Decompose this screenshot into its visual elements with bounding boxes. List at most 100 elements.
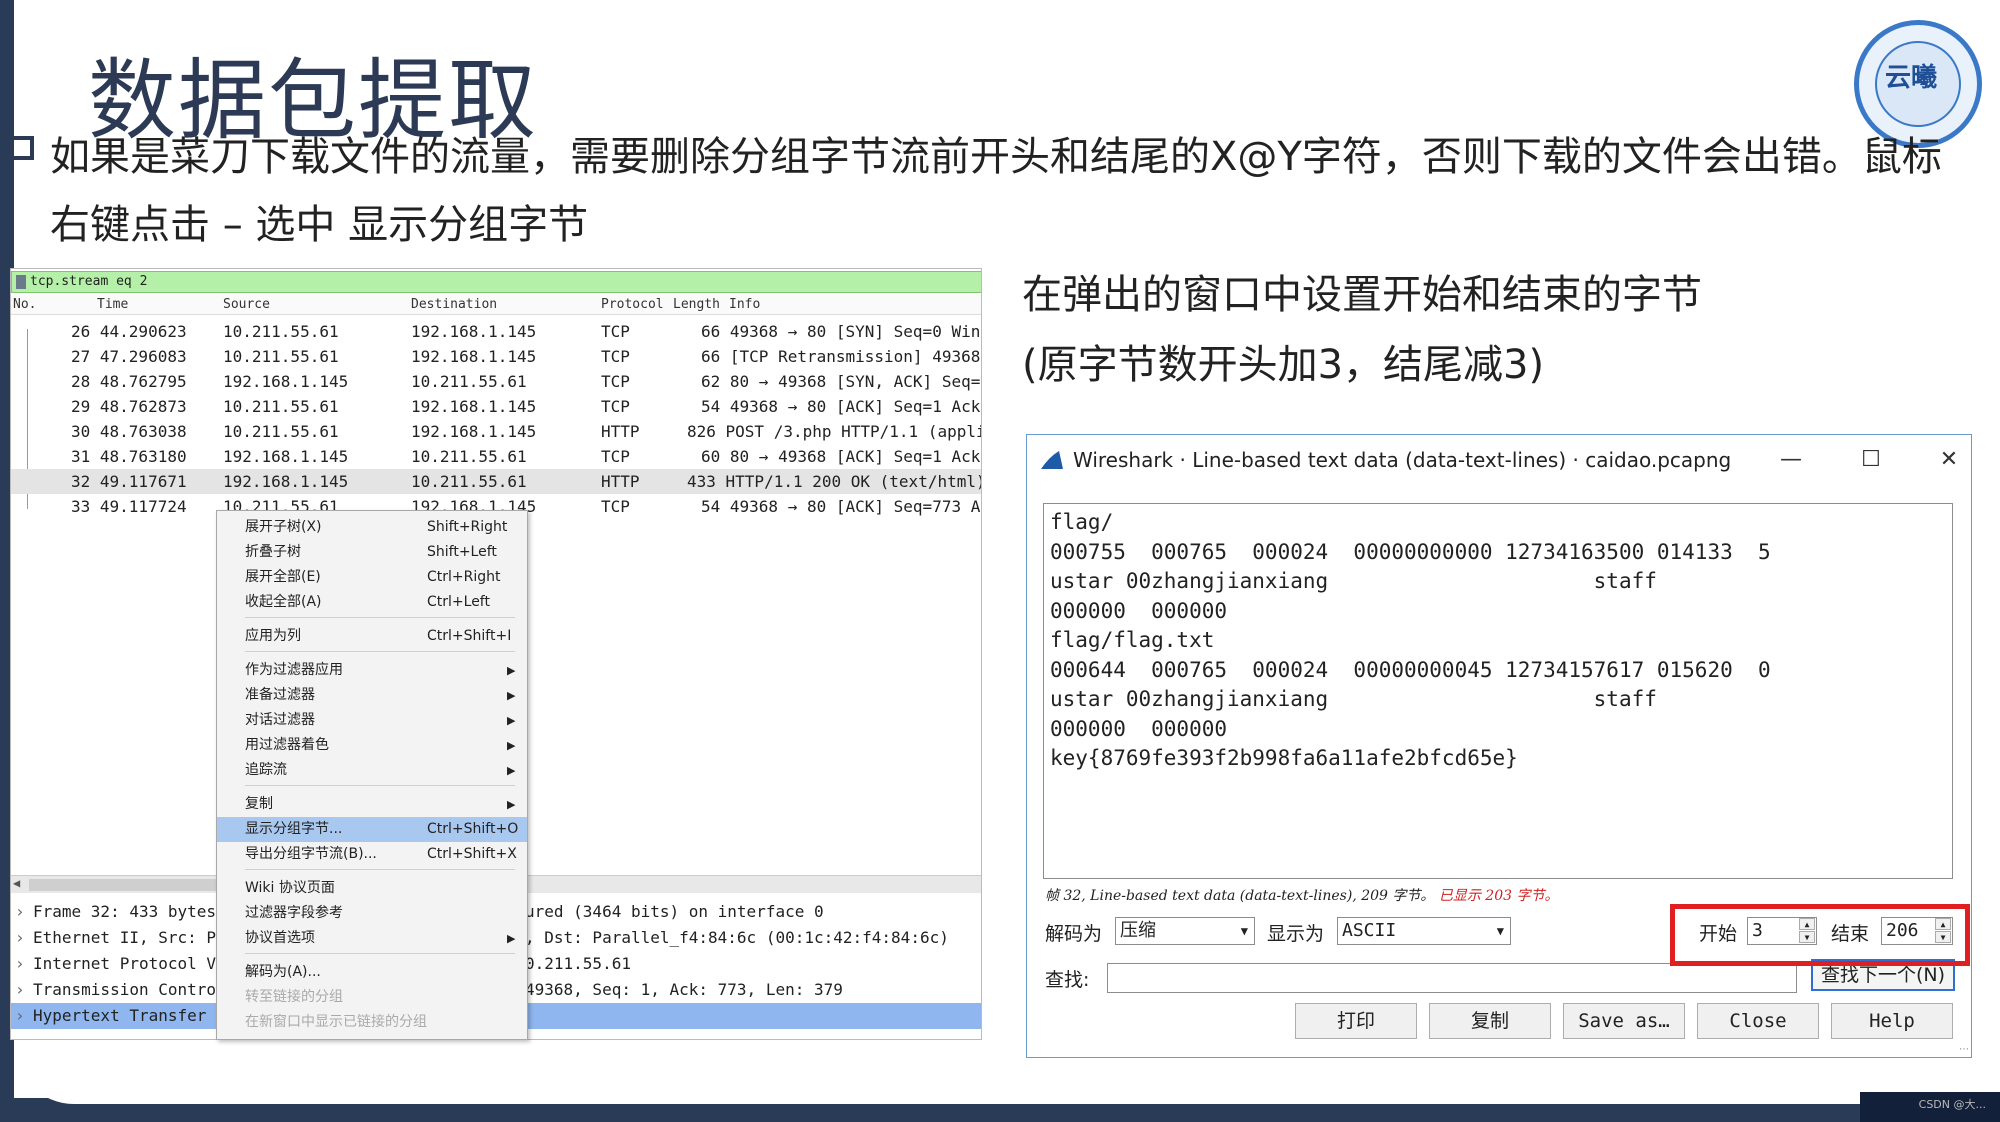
col-protocol[interactable]: Protocol <box>601 297 664 312</box>
minimize-icon[interactable]: — <box>1769 443 1813 477</box>
menu-item-export-packet-bytes[interactable]: 导出分组字节流(B)... Ctrl+Shift+X <box>217 842 527 867</box>
packet-row[interactable]: 26 44.290623 10.211.55.61 192.168.1.145 … <box>11 319 981 344</box>
menu-label: 作为过滤器应用 <box>245 662 343 678</box>
expand-arrow-icon[interactable]: › <box>15 977 25 1003</box>
menu-item-collapse-subtree[interactable]: 折叠子树 Shift+Left <box>217 540 527 565</box>
status-line: 帧 32, Line-based text data (data-text-li… <box>1045 885 1558 905</box>
menu-item-collapse-all[interactable]: 收起全部(A) Ctrl+Left <box>217 590 527 615</box>
packet-source: 10.211.55.61 <box>223 347 339 366</box>
packet-row-selected[interactable]: 32 49.117671 192.168.1.145 10.211.55.61 … <box>11 469 982 494</box>
menu-item-apply-as-filter[interactable]: 作为过滤器应用 ▶ <box>217 658 527 683</box>
packet-info: 60 80 → 49368 [ACK] Seq=1 Ack=7 <box>701 447 982 466</box>
packet-row[interactable]: 29 48.762873 10.211.55.61 192.168.1.145 … <box>11 394 982 419</box>
column-header: No. Time Source Destination Protocol Len… <box>11 295 981 315</box>
show-as-select[interactable]: ASCII ▼ <box>1337 917 1511 945</box>
menu-label: 解码为(A)... <box>245 964 321 980</box>
menu-label: 收起全部(A) <box>245 594 322 610</box>
menu-item-expand-subtree[interactable]: 展开子树(X) Shift+Right <box>217 515 527 540</box>
scroll-left-icon[interactable]: ◀ <box>13 876 20 890</box>
col-no[interactable]: No. <box>13 297 36 312</box>
packet-no-time: 29 48.762873 <box>71 397 187 416</box>
close-button[interactable]: Close <box>1697 1003 1819 1039</box>
packet-destination: 10.211.55.61 <box>411 447 527 466</box>
menu-item-apply-as-column[interactable]: 应用为列 Ctrl+Shift+I <box>217 624 527 649</box>
text-line: ustar 00zhangjianxiang staff <box>1050 687 1657 711</box>
print-button[interactable]: 打印 <box>1295 1003 1417 1039</box>
menu-label: 追踪流 <box>245 762 287 778</box>
text-line: ustar 00zhangjianxiang staff <box>1050 569 1657 593</box>
submenu-arrow-icon: ▶ <box>507 664 516 677</box>
menu-item-show-linked-packet[interactable]: 在新窗口中显示已链接的分组 <box>217 1010 527 1035</box>
packet-protocol: TCP <box>601 497 630 516</box>
menu-item-filter-field-reference[interactable]: 过滤器字段参考 <box>217 901 527 926</box>
packet-protocol: TCP <box>601 447 630 466</box>
col-destination[interactable]: Destination <box>411 297 497 312</box>
note-text-line2: (原字节数开头加3，结尾减3) <box>1022 342 1545 388</box>
packet-row[interactable]: 27 47.296083 10.211.55.61 192.168.1.145 … <box>11 344 982 369</box>
menu-separator <box>245 869 515 870</box>
col-length[interactable]: Length <box>673 297 720 312</box>
bullet-square-icon <box>10 136 34 160</box>
packet-row[interactable]: 31 48.763180 192.168.1.145 10.211.55.61 … <box>11 444 982 469</box>
menu-shortcut: Ctrl+Left <box>427 594 490 610</box>
status-text: 帧 32, Line-based text data (data-text-li… <box>1045 888 1435 904</box>
packet-source: 10.211.55.61 <box>223 422 339 441</box>
help-button[interactable]: Help <box>1831 1003 1953 1039</box>
show-as-label: 显示为 <box>1267 923 1325 945</box>
find-input[interactable] <box>1107 963 1797 993</box>
packet-protocol: TCP <box>601 347 630 366</box>
detail-text: Hypertext Transfer P <box>33 1006 226 1025</box>
expand-arrow-icon[interactable]: › <box>15 1003 25 1029</box>
dialog-titlebar[interactable]: Wireshark · Line-based text data (data-t… <box>1027 435 1971 485</box>
decode-as-select[interactable]: 压缩 ▼ <box>1115 917 1255 945</box>
packet-destination: 192.168.1.145 <box>411 347 537 366</box>
packet-info: 433 HTTP/1.1 200 OK (text/html) <box>687 472 982 491</box>
display-filter-bar[interactable]: tcp.stream eq 2 <box>11 271 981 293</box>
maximize-icon[interactable]: ☐ <box>1849 443 1893 477</box>
watermark: CSDN @大... <box>1918 1098 1986 1111</box>
menu-separator <box>245 651 515 652</box>
detail-text: Ethernet II, Src: Pa <box>33 928 226 947</box>
logo-text: 云曦 <box>1885 63 1938 93</box>
menu-item-go-to-linked-packet[interactable]: 转至链接的分组 <box>217 985 527 1010</box>
col-info[interactable]: Info <box>729 297 760 312</box>
packet-no-time: 32 49.117671 <box>71 472 187 491</box>
menu-item-prepare-filter[interactable]: 准备过滤器 ▶ <box>217 683 527 708</box>
menu-item-copy[interactable]: 复制 ▶ <box>217 792 527 817</box>
menu-label: 对话过滤器 <box>245 712 315 728</box>
menu-item-colorize-with-filter[interactable]: 用过滤器着色 ▶ <box>217 733 527 758</box>
menu-item-protocol-preferences[interactable]: 协议首选项 ▶ <box>217 926 527 951</box>
menu-item-show-packet-bytes[interactable]: 显示分组字节... Ctrl+Shift+O <box>217 817 527 842</box>
packet-bytes-text[interactable]: flag/ 000755 000765 000024 00000000000 1… <box>1043 503 1953 879</box>
detail-text: Transmission Control <box>33 980 226 999</box>
menu-item-follow-stream[interactable]: 追踪流 ▶ <box>217 758 527 783</box>
menu-item-conversation-filter[interactable]: 对话过滤器 ▶ <box>217 708 527 733</box>
copy-button[interactable]: 复制 <box>1429 1003 1551 1039</box>
packet-no-time: 26 44.290623 <box>71 322 187 341</box>
expand-arrow-icon[interactable]: › <box>15 951 25 977</box>
filter-text: tcp.stream eq 2 <box>30 274 148 289</box>
col-time[interactable]: Time <box>97 297 128 312</box>
col-source[interactable]: Source <box>223 297 270 312</box>
menu-item-expand-all[interactable]: 展开全部(E) Ctrl+Right <box>217 565 527 590</box>
expand-arrow-icon[interactable]: › <box>15 899 25 925</box>
decode-as-value: 压缩 <box>1120 920 1156 941</box>
menu-item-decode-as[interactable]: 解码为(A)... <box>217 960 527 985</box>
packet-source: 10.211.55.61 <box>223 397 339 416</box>
menu-label: 过滤器字段参考 <box>245 905 343 921</box>
save-as-button[interactable]: Save as… <box>1563 1003 1685 1039</box>
menu-label: 复制 <box>245 796 273 812</box>
note-text-line1: 在弹出的窗口中设置开始和结束的字节 <box>1022 272 1702 318</box>
menu-shortcut: Ctrl+Shift+I <box>427 628 512 644</box>
resize-grip-icon[interactable]: ⋯ <box>1959 1044 1969 1055</box>
menu-item-wiki-protocol-page[interactable]: Wiki 协议页面 <box>217 876 527 901</box>
expand-arrow-icon[interactable]: › <box>15 925 25 951</box>
bookmark-icon <box>16 275 26 289</box>
packet-info: 54 49368 → 80 [ACK] Seq=1 Ack=1 <box>701 397 982 416</box>
packet-row[interactable]: 30 48.763038 10.211.55.61 192.168.1.145 … <box>11 419 981 444</box>
packet-protocol: TCP <box>601 397 630 416</box>
packet-no-time: 30 48.763038 <box>71 422 187 441</box>
packet-row[interactable]: 28 48.762795 192.168.1.145 10.211.55.61 … <box>11 369 981 394</box>
packet-info: 66 [TCP Retransmission] 49368 → <box>701 347 982 366</box>
close-icon[interactable]: ✕ <box>1927 443 1971 477</box>
